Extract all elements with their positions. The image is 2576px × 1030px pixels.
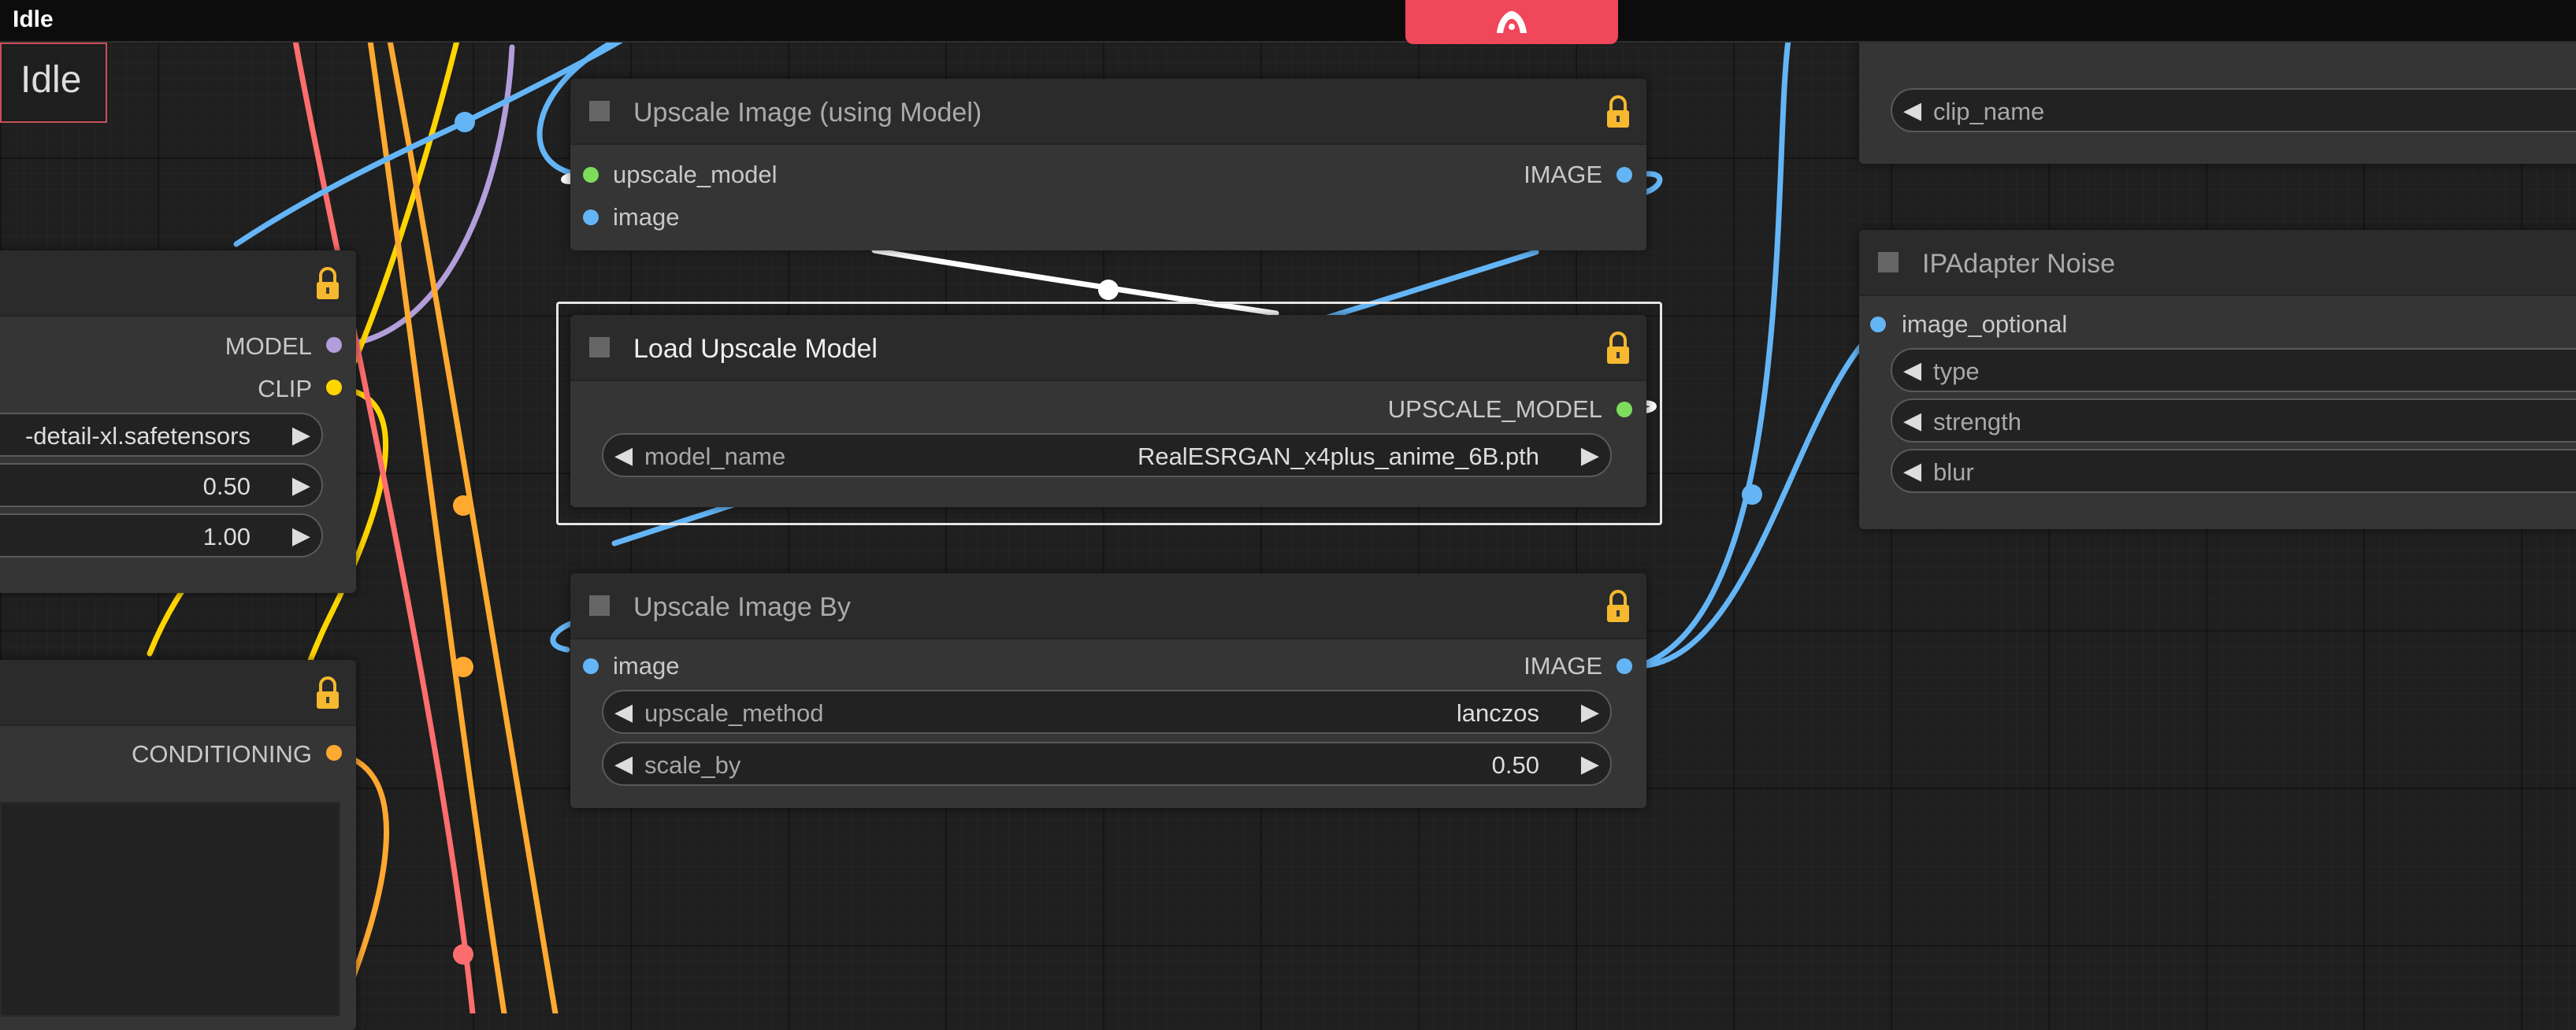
increment-arrow-icon[interactable]: ▶ <box>1581 698 1599 726</box>
link-midpoint <box>1098 280 1119 300</box>
output-slot-image[interactable] <box>1616 167 1632 183</box>
widget-value: 0.50 <box>202 472 251 500</box>
node-title: Upscale Image By <box>633 592 851 622</box>
lora-name-widget[interactable]: -detail-xl.safetensors ▶ <box>0 413 323 457</box>
lora-loader-node[interactable]: MODEL CLIP -detail-xl.safetensors ▶ 0.50… <box>0 250 356 593</box>
model-link <box>337 44 515 348</box>
input-label-image-optional: image_optional <box>1902 310 2068 338</box>
node-header[interactable]: IPAdapter Noise <box>1859 230 2576 296</box>
decrement-arrow-icon[interactable]: ◀ <box>1903 357 1921 384</box>
widget-value: 0.50 <box>1491 751 1539 779</box>
decrement-arrow-icon[interactable]: ◀ <box>614 698 633 726</box>
status-label: Idle <box>20 59 82 101</box>
output-label-upscale-model: UPSCALE_MODEL <box>1387 395 1602 423</box>
lock-icon[interactable] <box>1604 589 1632 624</box>
ipadapter-noise-node[interactable]: IPAdapter Noise image_optional ◀ type ◀ … <box>1859 230 2576 529</box>
comfy-logo-icon <box>1497 11 1527 33</box>
widget-value: 1.00 <box>202 523 251 550</box>
input-label-image: image <box>613 203 680 231</box>
node-header[interactable]: Load Upscale Model <box>570 315 1646 381</box>
node-header[interactable] <box>0 250 356 317</box>
widget-value: RealESRGAN_x4plus_anime_6B.pth <box>1137 443 1539 470</box>
collapse-square-icon[interactable] <box>589 101 610 121</box>
upscale-method-widget[interactable]: ◀ upscale_method lanczos ▶ <box>602 690 1612 734</box>
decrement-arrow-icon[interactable]: ◀ <box>1903 407 1921 435</box>
lock-icon[interactable] <box>1604 331 1632 365</box>
comfy-menu-button[interactable] <box>1405 0 1618 44</box>
widget-value: lanczos <box>1456 699 1539 727</box>
scale-by-widget[interactable]: ◀ scale_by 0.50 ▶ <box>602 742 1612 786</box>
lock-icon[interactable] <box>1604 94 1632 129</box>
strength-model-widget[interactable]: 0.50 ▶ <box>0 463 323 507</box>
increment-arrow-icon[interactable]: ▶ <box>1581 750 1599 778</box>
model-name-widget[interactable]: ◀ model_name RealESRGAN_x4plus_anime_6B.… <box>602 433 1612 477</box>
node-title: Load Upscale Model <box>633 334 878 364</box>
widget-label: model_name <box>644 443 786 470</box>
widget-label: scale_by <box>644 751 741 779</box>
widget-value: -detail-xl.safetensors <box>24 422 251 450</box>
widget-label: strength <box>1933 408 2022 435</box>
output-label-model: MODEL <box>225 332 312 360</box>
input-label-image: image <box>613 652 680 680</box>
upscale-image-by-node[interactable]: Upscale Image By image IMAGE ◀ upscale_m… <box>570 573 1646 808</box>
increment-arrow-icon[interactable]: ▶ <box>292 421 310 449</box>
blur-widget[interactable]: ◀ blur <box>1891 449 2576 493</box>
output-slot-conditioning[interactable] <box>326 745 342 761</box>
output-label-conditioning: CONDITIONING <box>131 740 312 768</box>
link-midpoint <box>1742 484 1762 505</box>
increment-arrow-icon[interactable]: ▶ <box>292 472 310 499</box>
output-slot-upscale-model[interactable] <box>1616 402 1632 417</box>
input-slot-image[interactable] <box>583 209 599 225</box>
collapse-square-icon[interactable] <box>589 595 610 616</box>
widget-label: clip_name <box>1933 98 2045 125</box>
conditioning-link-2 <box>387 38 559 1013</box>
output-label-image: IMAGE <box>1524 161 1602 188</box>
node-header[interactable]: Upscale Image By <box>570 573 1646 639</box>
lock-icon[interactable] <box>314 676 342 710</box>
input-slot-image[interactable] <box>583 658 599 674</box>
lock-icon[interactable] <box>314 266 342 301</box>
output-slot-model[interactable] <box>326 337 342 353</box>
strength-widget[interactable]: ◀ strength <box>1891 398 2576 443</box>
output-slot-clip[interactable] <box>326 380 342 395</box>
strength-clip-widget[interactable]: 1.00 ▶ <box>0 513 323 558</box>
widget-label: type <box>1933 358 1980 385</box>
clip-name-widget[interactable]: ◀ clip_name <box>1891 88 2576 132</box>
node-header[interactable]: Upscale Image (using Model) <box>570 79 1646 145</box>
link-midpoint <box>453 944 473 965</box>
upscale-image-using-model-node[interactable]: Upscale Image (using Model) upscale_mode… <box>570 79 1646 250</box>
link-midpoint <box>453 657 473 677</box>
input-slot-image-optional[interactable] <box>1870 317 1886 332</box>
collapse-square-icon[interactable] <box>589 337 610 358</box>
load-upscale-model-node[interactable]: Load Upscale Model UPSCALE_MODEL ◀ model… <box>570 315 1646 507</box>
decrement-arrow-icon[interactable]: ◀ <box>614 750 633 778</box>
input-slot-upscale-model[interactable] <box>583 167 599 183</box>
window-title: Idle <box>13 6 54 32</box>
clip-vision-loader-node[interactable]: ◀ clip_name <box>1859 24 2576 164</box>
decrement-arrow-icon[interactable]: ◀ <box>1903 97 1921 124</box>
node-title: Upscale Image (using Model) <box>633 98 982 128</box>
widget-label: upscale_method <box>644 699 824 727</box>
node-header[interactable] <box>0 660 356 726</box>
link-midpoint <box>453 495 473 516</box>
output-slot-image[interactable] <box>1616 658 1632 674</box>
link-midpoint <box>455 112 475 132</box>
widget-label: blur <box>1933 458 1974 486</box>
node-title: IPAdapter Noise <box>1922 249 2116 279</box>
increment-arrow-icon[interactable]: ▶ <box>292 522 310 550</box>
output-label-image: IMAGE <box>1524 652 1602 680</box>
status-indicator: Idle <box>0 43 107 123</box>
collapse-square-icon[interactable] <box>1878 252 1899 272</box>
window-titlebar: Idle <box>0 0 2576 43</box>
conditioning-link-1 <box>367 38 507 1013</box>
decrement-arrow-icon[interactable]: ◀ <box>614 442 633 469</box>
type-widget[interactable]: ◀ type <box>1891 348 2576 392</box>
increment-arrow-icon[interactable]: ▶ <box>1581 442 1599 469</box>
decrement-arrow-icon[interactable]: ◀ <box>1903 458 1921 485</box>
input-label-upscale-model: upscale_model <box>613 161 778 188</box>
prompt-textarea[interactable] <box>0 802 340 1017</box>
output-label-clip: CLIP <box>258 375 312 402</box>
